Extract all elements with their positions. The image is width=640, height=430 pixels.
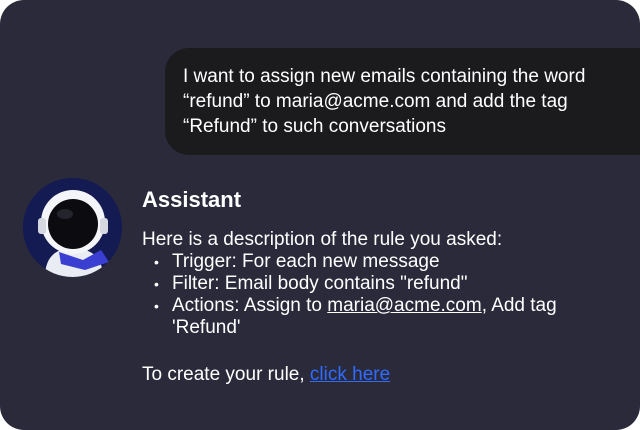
rule-description-list: • Trigger: For each new message • Filter…	[142, 251, 622, 339]
cta-prefix: To create your rule,	[142, 364, 310, 385]
bullet-icon: •	[154, 276, 159, 292]
list-item: • Filter: Email body contains "refund"	[142, 273, 622, 295]
rule-filter: Filter: Email body contains "refund"	[172, 273, 468, 294]
bullet-icon: •	[154, 254, 159, 270]
user-message-line: I want to assign new emails containing t…	[183, 66, 586, 87]
astronaut-icon	[23, 178, 122, 277]
click-here-link[interactable]: click here	[310, 364, 390, 385]
chat-window: I want to assign new emails containing t…	[0, 0, 640, 430]
assistant-message: Here is a description of the rule you as…	[142, 229, 622, 386]
bullet-icon: •	[154, 298, 159, 314]
astronaut-avatar-icon	[23, 178, 122, 277]
list-item: • Trigger: For each new message	[142, 251, 622, 273]
user-message-bubble: I want to assign new emails containing t…	[165, 48, 640, 155]
rule-actions-prefix: Actions: Assign to	[172, 295, 328, 316]
email-link[interactable]: maria@acme.com	[327, 295, 481, 316]
rule-trigger: Trigger: For each new message	[172, 251, 440, 272]
assistant-intro: Here is a description of the rule you as…	[142, 229, 503, 250]
create-rule-prompt: To create your rule, click here	[142, 364, 622, 386]
list-item: • Actions: Assign to maria@acme.com, Add…	[142, 295, 622, 339]
user-message-line: “refund” to maria@acme.com and add the t…	[183, 91, 568, 112]
user-message-line: “Refund” to such conversations	[183, 116, 446, 137]
assistant-name: Assistant	[142, 187, 242, 212]
